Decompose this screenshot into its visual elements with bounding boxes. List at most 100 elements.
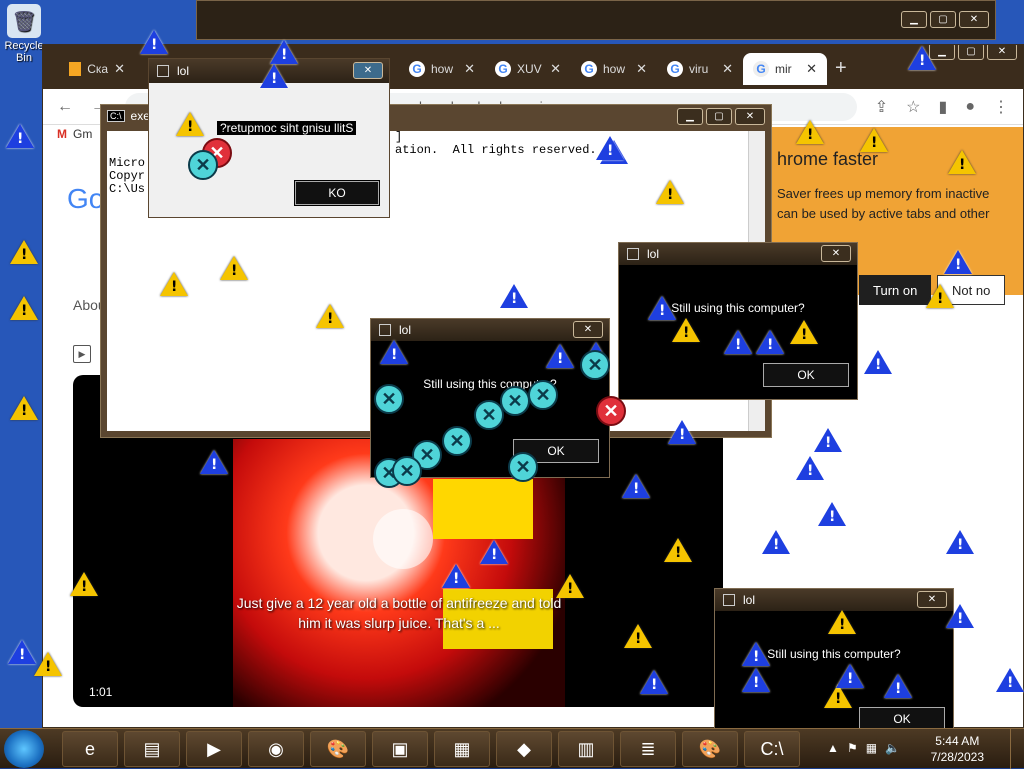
blue-warning-icon <box>814 428 842 452</box>
blue-warning-icon <box>944 250 972 274</box>
yellow-warning-icon <box>10 296 38 320</box>
blue-warning-icon <box>270 40 298 64</box>
ko-button[interactable]: KO <box>294 180 380 206</box>
ie-icon[interactable]: e <box>62 731 118 767</box>
blue-warning-icon <box>742 668 770 692</box>
tab-close-icon[interactable]: ✕ <box>636 61 647 77</box>
blue-warning-icon <box>648 296 676 320</box>
dialog-titlebar: lol ✕ <box>371 319 609 341</box>
blue-warning-icon <box>640 670 668 694</box>
yellow-warning-icon <box>860 128 888 152</box>
close-button[interactable]: ✕ <box>821 245 851 262</box>
minimize-button[interactable]: ▁ <box>901 11 927 28</box>
blue-warning-icon <box>724 330 752 354</box>
tab-close-icon[interactable]: ✕ <box>550 61 561 77</box>
turn-on-button[interactable]: Turn on <box>859 275 932 305</box>
cyan-error-icon: ✕ <box>188 150 218 180</box>
tab-close-icon[interactable]: ✕ <box>806 61 817 77</box>
chrome-taskbar-icon[interactable]: ◉ <box>248 731 304 767</box>
close-button[interactable]: ✕ <box>353 62 383 79</box>
back-arrow-icon[interactable]: ← <box>57 98 73 116</box>
blue-warning-icon <box>260 64 288 88</box>
tray-volume-icon[interactable]: 🔈 <box>885 741 900 755</box>
share-icon[interactable]: ⇪ <box>875 97 888 117</box>
google-icon: G <box>753 61 769 77</box>
calculator-icon[interactable]: ▦ <box>434 731 490 767</box>
tray-icons: ▲ ⚑ ▦ 🔈 <box>827 741 900 755</box>
media-player-icon[interactable]: ▶ <box>186 731 242 767</box>
meme-yellow-patch <box>433 479 533 539</box>
maximize-button[interactable]: ▢ <box>706 108 732 125</box>
system-clock[interactable]: 5:44 AM 7/28/2023 <box>931 733 984 765</box>
tab-6-active[interactable]: G mir ✕ <box>743 53 827 85</box>
yellow-warning-icon <box>672 318 700 342</box>
tab-3[interactable]: G XUV ✕ <box>485 53 571 85</box>
page-icon <box>69 62 82 76</box>
tray-flag-icon[interactable]: ⚑ <box>847 741 858 755</box>
cmd-window-controls: ▁ ▢ ✕ <box>677 108 765 125</box>
video-caption: Just give a 12 year old a bottle of anti… <box>236 595 562 631</box>
video-play-icon[interactable]: ▶ <box>73 345 91 363</box>
yellow-warning-icon <box>70 572 98 596</box>
yellow-warning-icon <box>160 272 188 296</box>
blue-warning-icon <box>796 456 824 480</box>
close-button[interactable]: ✕ <box>987 45 1017 60</box>
tray-network-icon[interactable]: ▦ <box>866 741 877 755</box>
profile-avatar-icon[interactable]: ● <box>965 98 975 116</box>
start-button[interactable] <box>4 730 44 768</box>
toolbox-icon[interactable]: ▣ <box>372 731 428 767</box>
blue-warning-icon <box>668 420 696 444</box>
tray-chevron-icon[interactable]: ▲ <box>827 741 839 755</box>
cyan-error-icon: ✕ <box>580 350 610 380</box>
script-icon[interactable]: ≣ <box>620 731 676 767</box>
dialog-titlebar: lol ✕ <box>715 589 953 611</box>
tab-2[interactable]: G how ✕ <box>399 53 485 85</box>
show-desktop-button[interactable] <box>1010 729 1024 769</box>
close-button[interactable]: ✕ <box>573 321 603 338</box>
paint-icon[interactable]: 🎨 <box>310 731 366 767</box>
blue-warning-icon <box>836 664 864 688</box>
paint-icon[interactable]: 🎨 <box>682 731 738 767</box>
cyan-error-icon: ✕ <box>508 452 538 482</box>
blue-warning-icon <box>6 124 34 148</box>
google-icon: G <box>409 61 425 77</box>
google-icon: G <box>667 61 683 77</box>
blue-warning-icon <box>762 530 790 554</box>
tab-close-icon[interactable]: ✕ <box>722 61 733 77</box>
dialog-message: ?retupmoc siht gnisu llitS <box>217 121 357 135</box>
tab-1[interactable]: Ска ✕ <box>59 53 135 85</box>
blue-warning-icon <box>442 564 470 588</box>
tab-close-icon[interactable]: ✕ <box>464 61 475 77</box>
google-icon: G <box>581 61 597 77</box>
menu-kebab-icon[interactable]: ⋮ <box>993 97 1009 117</box>
cmd-icon: C:\ <box>107 110 125 122</box>
cube-game-icon[interactable]: ◆ <box>496 731 552 767</box>
yellow-warning-icon <box>10 240 38 264</box>
file-explorer-icon[interactable]: ▤ <box>124 731 180 767</box>
close-button[interactable]: ✕ <box>735 108 765 125</box>
google-icon: G <box>495 61 511 77</box>
maximize-button[interactable]: ▢ <box>930 11 956 28</box>
ok-button[interactable]: OK <box>858 706 946 728</box>
play-button-overlay[interactable] <box>373 509 433 569</box>
bookmark-star-icon[interactable]: ☆ <box>906 97 920 117</box>
maximize-button[interactable]: ▢ <box>958 45 984 60</box>
close-button[interactable]: ✕ <box>917 591 947 608</box>
blue-warning-icon <box>818 502 846 526</box>
tab-close-icon[interactable]: ✕ <box>114 61 125 77</box>
recycle-bin-icon: 🗑 <box>7 4 41 38</box>
lol-dialog-a[interactable]: lol ✕ Still using this computer? OK <box>618 242 858 400</box>
side-panel-icon[interactable]: ▮ <box>939 97 948 117</box>
ok-button[interactable]: OK <box>762 362 850 388</box>
background-window[interactable]: ▁ ▢ ✕ <box>196 0 996 40</box>
new-tab-button[interactable]: + <box>835 57 847 80</box>
close-button[interactable]: ✕ <box>959 11 989 28</box>
tab-5[interactable]: G viru ✕ <box>657 53 743 85</box>
radio-icon[interactable]: ▥ <box>558 731 614 767</box>
gmail-bookmark[interactable]: M Gm <box>57 127 92 141</box>
desktop-icon-recycle-bin[interactable]: 🗑 Recycle Bin <box>0 4 48 64</box>
yellow-warning-icon <box>10 396 38 420</box>
cmd-icon[interactable]: C:\ <box>744 731 800 767</box>
minimize-button[interactable]: ▁ <box>677 108 703 125</box>
tab-4[interactable]: G how ✕ <box>571 53 657 85</box>
